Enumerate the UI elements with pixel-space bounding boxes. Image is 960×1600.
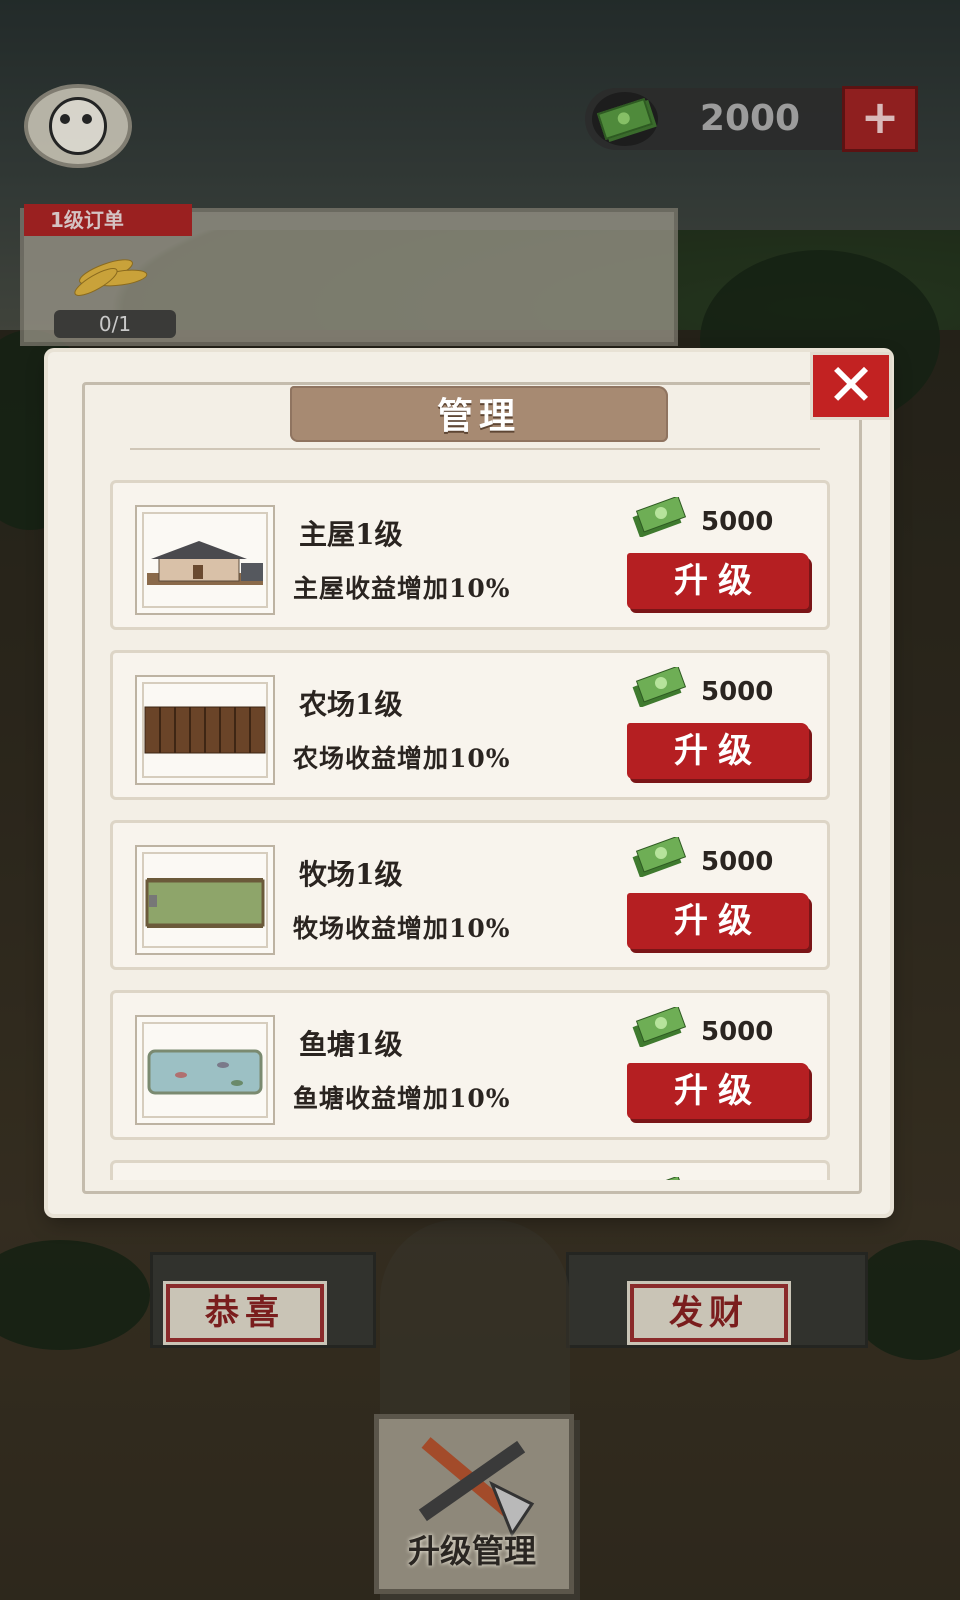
cash-icon: [635, 1177, 687, 1180]
item-description: 牧场收益增加10%: [293, 914, 511, 943]
list-item-partial: [110, 1160, 830, 1180]
upgrade-manage-label: 升级管理: [407, 1532, 536, 1570]
sign-right: 发财: [627, 1281, 791, 1345]
farm-icon: [144, 706, 266, 754]
farm-thumbnail: [135, 675, 275, 785]
cost-value: 5000: [701, 507, 774, 537]
list-item-house: 主屋1级 主屋收益增加10% 5000 升级: [110, 480, 830, 630]
ranch-icon: [145, 878, 265, 928]
pond-icon: [147, 1049, 263, 1095]
item-name: 主屋1级: [299, 518, 403, 551]
item-description: 主屋收益增加10%: [293, 574, 511, 603]
add-money-button[interactable]: +: [842, 86, 918, 152]
item-name: 牧场1级: [299, 858, 403, 891]
money-value: 2000: [699, 98, 801, 139]
close-button[interactable]: ✕: [810, 352, 892, 420]
order-progress: 0/1: [54, 310, 176, 338]
ranch-thumbnail: [135, 845, 275, 955]
item-name: 鱼塘1级: [299, 1028, 403, 1061]
item-name: 农场1级: [299, 688, 403, 721]
item-description: 鱼塘收益增加10%: [293, 1084, 511, 1113]
list-item-farm: 农场1级 农场收益增加10% 5000 升级: [110, 650, 830, 800]
avatar-face-icon: [49, 97, 107, 155]
upgrade-button[interactable]: 升级: [627, 723, 809, 779]
cash-icon: [632, 667, 687, 707]
cost-value: 5000: [701, 677, 774, 707]
upgrade-list[interactable]: 主屋1级 主屋收益增加10% 5000 升级 农场1级 农场收益增加10% 50…: [110, 474, 830, 1180]
list-item-ranch: 牧场1级 牧场收益增加10% 5000 升级: [110, 820, 830, 970]
house-icon: [147, 541, 263, 585]
cash-icon: [632, 837, 687, 877]
upgrade-button[interactable]: 升级: [627, 553, 809, 609]
cash-icon: [592, 92, 658, 146]
house-thumbnail: [135, 505, 275, 615]
cash-icon: [632, 497, 687, 537]
order-level-tag: 1级订单: [24, 204, 192, 236]
pond-thumbnail: [135, 1015, 275, 1125]
list-item-pond: 鱼塘1级 鱼塘收益增加10% 5000 升级: [110, 990, 830, 1140]
wheat-icon: [74, 259, 148, 296]
upgrade-button[interactable]: 升级: [627, 893, 809, 949]
player-avatar[interactable]: [24, 84, 132, 168]
item-description: 农场收益增加10%: [293, 744, 511, 773]
cost-value: 5000: [701, 847, 774, 877]
cost-value: 5000: [701, 1017, 774, 1047]
upgrade-button[interactable]: 升级: [627, 1063, 809, 1119]
modal-title: 管理: [436, 395, 521, 437]
cash-icon: [632, 1007, 687, 1047]
sign-left: 恭喜: [163, 1281, 327, 1345]
title-divider: [130, 448, 820, 450]
